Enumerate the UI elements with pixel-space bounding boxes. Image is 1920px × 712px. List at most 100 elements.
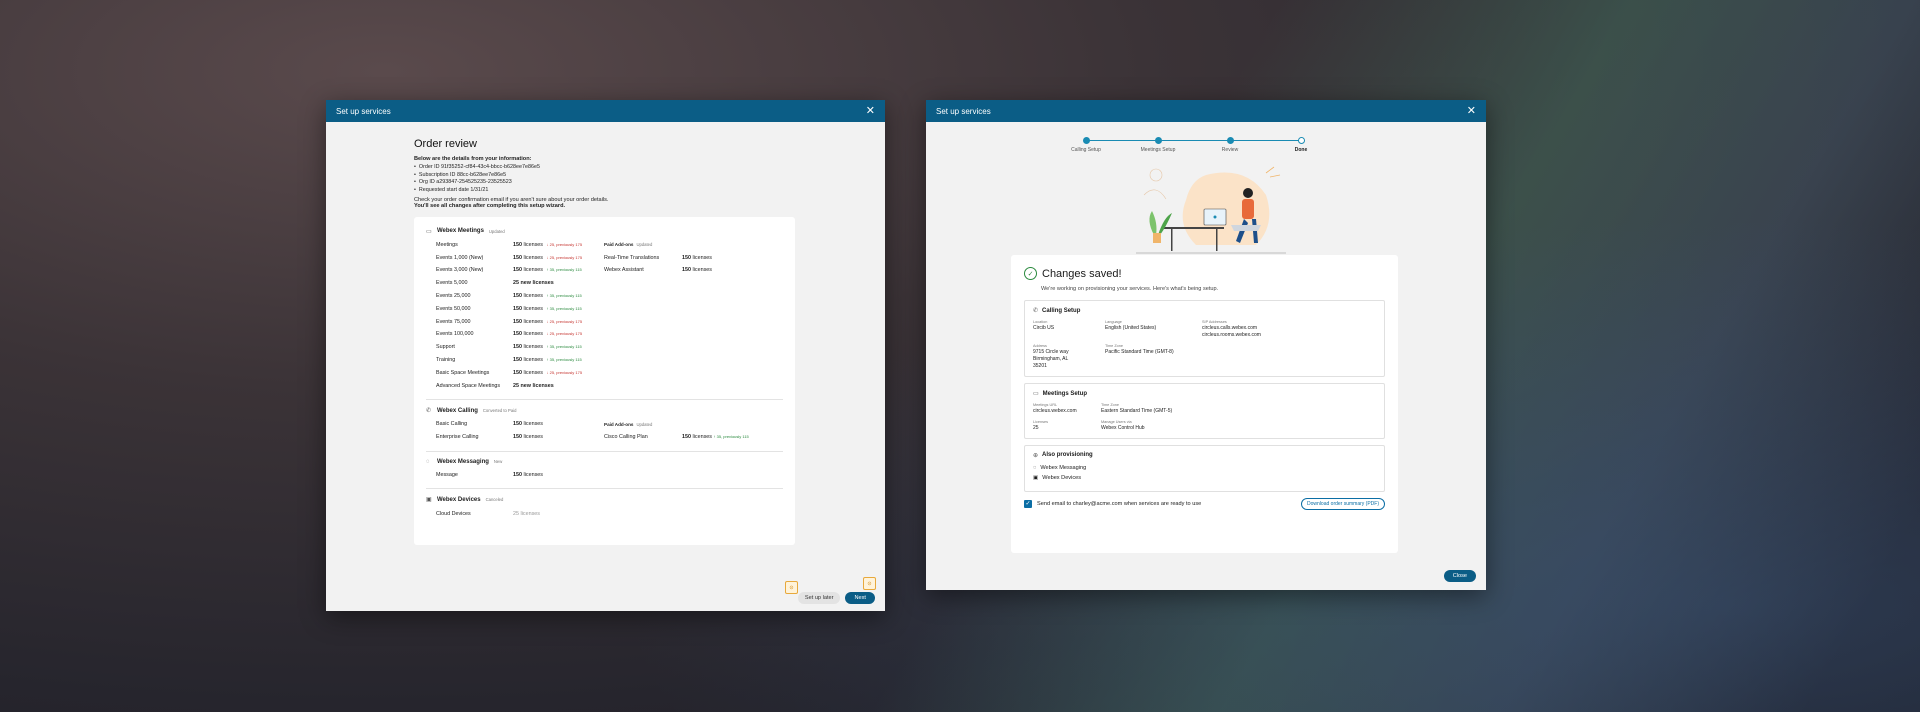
status-badge: Converted to Paid	[482, 408, 517, 414]
addon-name: Real-Time Translations	[604, 254, 660, 261]
email-checkbox[interactable]: ✓	[1024, 499, 1032, 508]
license-count: 150	[513, 331, 522, 338]
license-name: Message	[436, 472, 458, 479]
list-item: Events 75,000 150 licenses ↓ 25, previous…	[436, 315, 604, 328]
license-count: 150	[513, 357, 522, 364]
close-icon[interactable]: ✕	[1467, 105, 1476, 117]
set-up-later-button[interactable]: Set up later	[797, 592, 841, 604]
step-label: Review	[1221, 147, 1239, 153]
license-change: ↓ 25, previously 175	[546, 369, 583, 375]
field-label: Language	[1105, 320, 1122, 324]
close-icon[interactable]: ✕	[866, 105, 875, 117]
license-count: 150	[513, 241, 522, 248]
dialog-titlebar: Set up services ✕	[926, 100, 1486, 122]
step-review[interactable]: Review	[1200, 137, 1260, 153]
org-id: Org ID a293847-254525235-23525523	[414, 179, 798, 185]
list-item: Events 5,000 25 new licenses	[436, 277, 604, 290]
step-meetings-setup[interactable]: Meetings Setup	[1128, 137, 1188, 153]
license-count: 150	[513, 369, 522, 376]
license-change: ↓ 25, previously 175	[546, 331, 583, 337]
step-label: Meetings Setup	[1140, 147, 1176, 153]
license-name: Meetings	[436, 241, 458, 248]
step-label: Done	[1294, 147, 1308, 153]
close-button[interactable]: Close	[1443, 570, 1476, 582]
license-count: 25 new licenses	[513, 382, 554, 389]
addons-badge: Updated	[636, 421, 653, 427]
dialog-titlebar: Set up services ✕	[326, 100, 885, 122]
step-calling-setup[interactable]: Calling Setup	[1056, 137, 1116, 153]
field-value: 35201	[1033, 363, 1047, 369]
license-name: Cloud Devices	[436, 510, 471, 517]
list-item: Events 100,000 150 licenses ↓ 25, previou…	[436, 328, 604, 341]
field-label: Location	[1033, 320, 1048, 324]
subtitle: We're working on provisioning your servi…	[1041, 286, 1219, 292]
list-item: Message 150 licenses	[436, 469, 604, 482]
field-label: Manage Users via	[1101, 419, 1132, 424]
license-count: 150	[513, 318, 522, 325]
license-count-canceled: 25 licenses	[513, 510, 540, 517]
license-name: Advanced Space Meetings	[436, 382, 501, 389]
service-title: Webex Messaging	[437, 458, 489, 465]
addon-name: Webex Assistant	[604, 267, 644, 274]
section-title: Calling Setup	[1042, 307, 1081, 314]
field-value: Circib US	[1033, 325, 1055, 331]
device-icon: ▣	[426, 497, 432, 504]
provisioning-item: Webex Devices	[1042, 474, 1082, 481]
field-value: Pacific Standard Time (GMT-8)	[1105, 348, 1174, 355]
license-unit: licenses	[523, 293, 543, 300]
addons-heading: Paid Add-ons	[604, 242, 634, 248]
license-change: ↑ 35, previously 115	[546, 305, 582, 311]
list-item: ◌ Webex Messaging	[1033, 465, 1376, 471]
email-checkbox-label: Send email to charley@acme.com when serv…	[1037, 500, 1202, 507]
check-circle-icon: ✓	[1024, 267, 1037, 280]
field-value: 25	[1033, 424, 1039, 431]
step-complete-icon	[1154, 137, 1162, 144]
license-change: ↑ 35, previously 115	[546, 357, 582, 363]
list-item: Events 25,000 150 licenses ↑ 35, previous…	[436, 290, 604, 303]
download-summary-button[interactable]: Download order summary (PDF)	[1301, 497, 1385, 510]
hint-marker-icon[interactable]: ⊙	[785, 581, 798, 594]
license-name: Training	[436, 357, 456, 364]
page-title: Changes saved!	[1042, 267, 1122, 280]
list-item: Real-Time Translations 150 licenses	[604, 251, 783, 264]
addon-count: 150	[682, 434, 691, 441]
list-item: Cisco Calling Plan 150 licenses ↑ 35, pr…	[604, 431, 783, 444]
license-change: ↑ 35, previously 115	[546, 293, 582, 299]
field-value: English (United States)	[1105, 325, 1157, 331]
license-count: 150	[513, 267, 522, 274]
page-title: Order review	[414, 138, 477, 150]
field-value: Eastern Standard Time (GMT-5)	[1101, 408, 1173, 415]
list-item: Cloud Devices 25 licenses	[436, 507, 604, 520]
subscription-id: Subscription ID 88cc-b628ee7e86e5	[414, 172, 798, 178]
list-item: Webex Assistant 150 licenses	[604, 264, 783, 277]
step-complete-icon	[1082, 137, 1090, 144]
license-unit: licenses	[523, 331, 543, 338]
also-provisioning-summary: ⊕ Also provisioning ◌ Webex Messaging ▣ …	[1024, 444, 1385, 492]
hint-marker-icon[interactable]: ⊙	[863, 577, 876, 590]
license-name: Events 75,000	[436, 318, 471, 325]
chat-bubble-icon: ◌	[426, 458, 430, 465]
step-done[interactable]: Done	[1271, 137, 1331, 153]
changes-saved-card: ✓ Changes saved! We're working on provis…	[1011, 255, 1398, 553]
changes-note: You'll see all changes after completing …	[414, 202, 566, 209]
license-unit: licenses	[523, 472, 543, 479]
changes-saved-dialog: Set up services ✕ Calling Setup Meetings…	[926, 100, 1486, 590]
addon-count: 150	[682, 254, 691, 261]
phone-icon: ✆	[426, 408, 432, 415]
field-value: Birmingham, AL	[1033, 355, 1069, 362]
list-item: Advanced Space Meetings 25 new licenses	[436, 379, 604, 392]
list-item: Events 1,000 (New) 150 licenses ↓ 25, pre…	[436, 251, 604, 264]
order-id: Order ID 91f35252-cf84-43c4-bbcc-b628ee7…	[414, 164, 798, 170]
email-options: ✓ Send email to charley@acme.com when se…	[1024, 497, 1385, 510]
next-button[interactable]: Next	[845, 592, 875, 604]
license-name: Events 5,000	[436, 280, 468, 287]
license-unit: licenses	[523, 434, 543, 441]
license-change: ↑ 35, previously 115	[713, 434, 749, 440]
license-unit: licenses	[523, 267, 543, 274]
field-value: circleus.webex.com	[1033, 408, 1077, 415]
service-title: Webex Devices	[437, 496, 481, 503]
list-item: ▣ Webex Devices	[1033, 475, 1376, 481]
license-name: Events 3,000 (New)	[436, 267, 484, 274]
status-badge: New	[493, 459, 503, 465]
service-webex-calling: ✆ Webex Calling Converted to Paid Basic …	[426, 407, 783, 452]
